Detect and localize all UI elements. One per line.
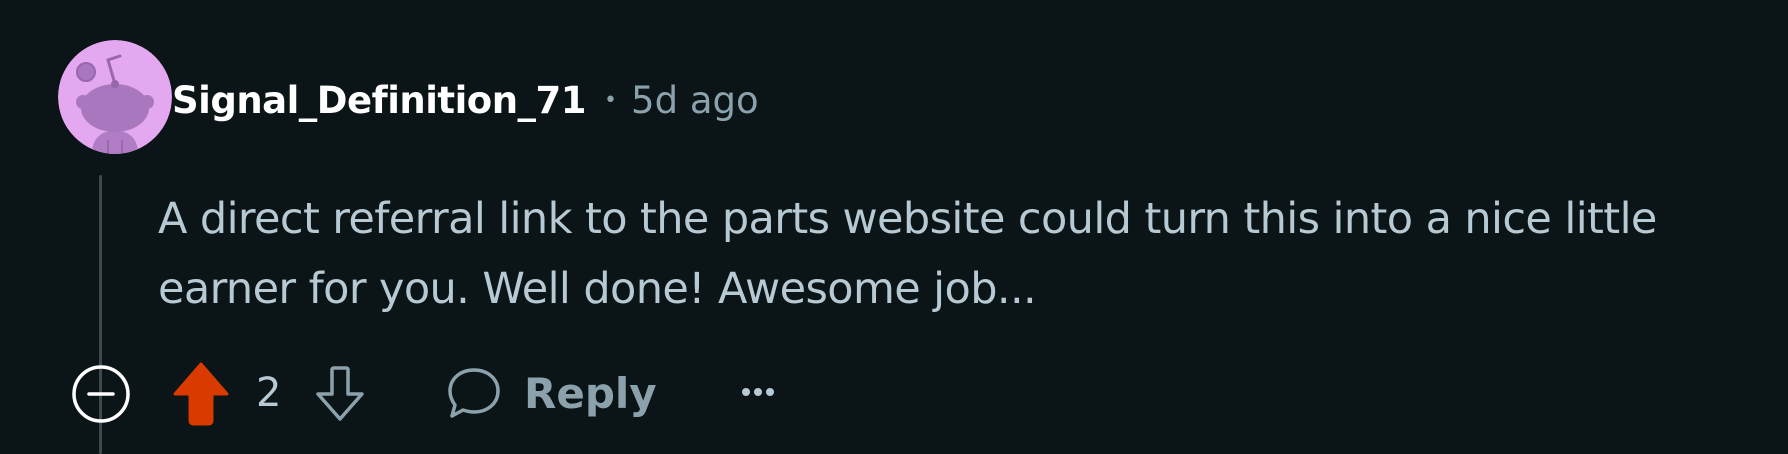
minus-circle-icon xyxy=(72,365,130,423)
downvote-arrow-icon xyxy=(316,366,364,421)
comment-timestamp[interactable]: 5d ago xyxy=(631,79,759,122)
vote-count: 2 xyxy=(256,370,282,416)
user-avatar[interactable] xyxy=(58,40,172,154)
comment-header: Signal_Definition_71 • 5d ago xyxy=(172,76,759,124)
speech-bubble-icon xyxy=(448,368,500,418)
upvote-arrow-icon xyxy=(173,362,229,426)
more-options-button[interactable] xyxy=(736,370,780,414)
reply-label: Reply xyxy=(524,368,657,418)
comment-card: Signal_Definition_71 • 5d ago A direct r… xyxy=(0,0,1788,454)
reply-button[interactable]: Reply xyxy=(446,362,657,424)
collapse-thread-button[interactable] xyxy=(71,364,131,424)
downvote-button[interactable] xyxy=(312,364,368,424)
username-link[interactable]: Signal_Definition_71 xyxy=(172,79,587,122)
snoo-avatar-icon xyxy=(58,40,172,154)
ellipsis-icon xyxy=(742,388,774,396)
comment-body: A direct referral link to the parts webs… xyxy=(158,194,1657,314)
comment-action-bar: 2 Reply xyxy=(0,356,1788,428)
upvote-button[interactable] xyxy=(172,360,230,426)
meta-separator: • xyxy=(604,87,618,113)
